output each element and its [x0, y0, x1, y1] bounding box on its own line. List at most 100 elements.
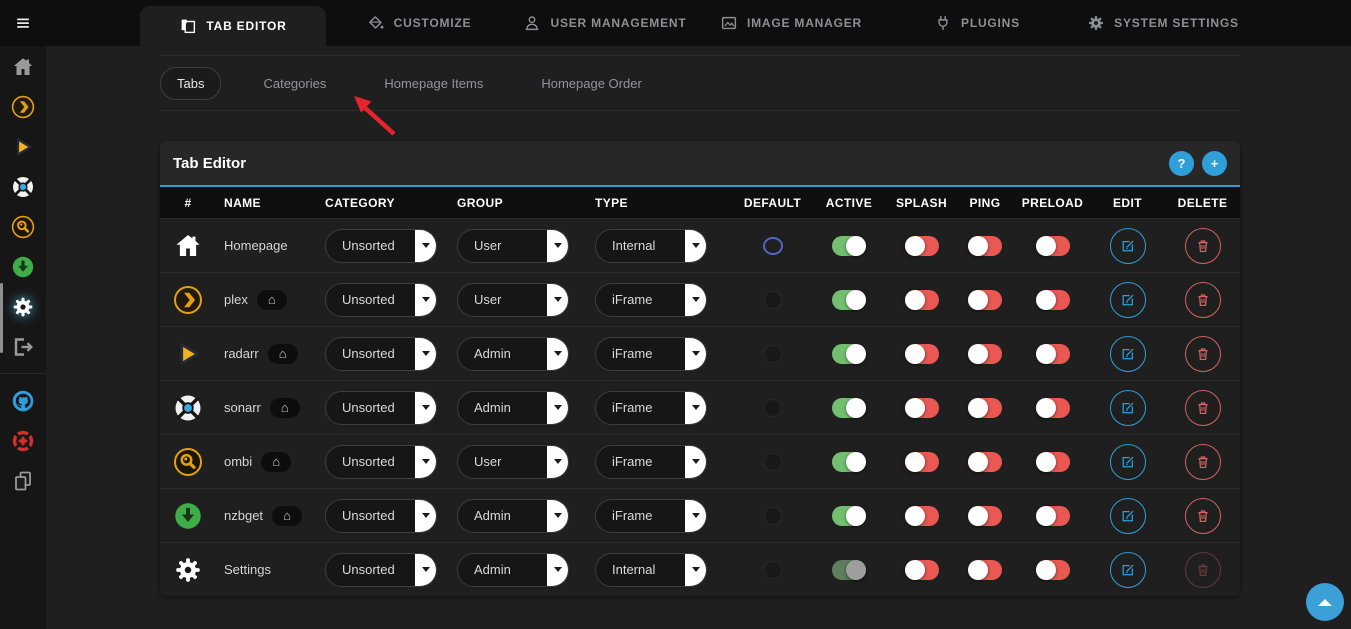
splash-toggle[interactable] [905, 560, 939, 580]
splash-toggle[interactable] [905, 236, 939, 256]
ping-toggle[interactable] [968, 344, 1002, 364]
preload-cell [1015, 236, 1090, 256]
category-select[interactable]: Unsorted [325, 229, 437, 263]
type-select[interactable]: iFrame [595, 391, 707, 425]
category-select[interactable]: Unsorted [325, 391, 437, 425]
sidebar-item-home[interactable] [0, 47, 46, 87]
group-select[interactable]: Admin [457, 553, 569, 587]
delete-button[interactable] [1185, 444, 1221, 480]
delete-button[interactable] [1185, 498, 1221, 534]
preload-toggle[interactable] [1036, 344, 1070, 364]
default-radio[interactable] [764, 399, 782, 417]
preload-toggle[interactable] [1036, 398, 1070, 418]
column-header-splash: SPLASH [888, 196, 955, 210]
default-radio[interactable] [764, 345, 782, 363]
type-select[interactable]: Internal [595, 229, 707, 263]
edit-button[interactable] [1110, 552, 1146, 588]
row-icon-cell [160, 285, 216, 315]
active-toggle[interactable] [832, 452, 866, 472]
active-toggle[interactable] [832, 236, 866, 256]
splash-toggle[interactable] [905, 290, 939, 310]
delete-button[interactable] [1185, 390, 1221, 426]
sidebar-item-radarr[interactable] [0, 127, 46, 167]
splash-toggle[interactable] [905, 506, 939, 526]
top-tab-plugins[interactable]: PLUGINS [884, 0, 1070, 46]
preload-toggle[interactable] [1036, 452, 1070, 472]
preload-toggle[interactable] [1036, 290, 1070, 310]
sidebar-item-support[interactable] [0, 421, 46, 461]
delete-button[interactable] [1185, 282, 1221, 318]
preload-toggle[interactable] [1036, 236, 1070, 256]
active-toggle[interactable] [832, 560, 866, 580]
sidebar-item-nzbget[interactable] [0, 247, 46, 287]
active-toggle[interactable] [832, 506, 866, 526]
type-select[interactable]: Internal [595, 553, 707, 587]
top-tab-customize[interactable]: CUSTOMIZE [326, 0, 512, 46]
preload-toggle[interactable] [1036, 506, 1070, 526]
group-select[interactable]: Admin [457, 391, 569, 425]
category-select[interactable]: Unsorted [325, 499, 437, 533]
sidebar-item-logout[interactable] [0, 327, 46, 367]
default-radio[interactable] [764, 561, 782, 579]
subnav-tab-tabs[interactable]: Tabs [160, 67, 221, 100]
top-tab-system-settings[interactable]: SYSTEM SETTINGS [1070, 0, 1256, 46]
default-radio[interactable] [764, 453, 782, 471]
ping-toggle[interactable] [968, 560, 1002, 580]
splash-toggle[interactable] [905, 398, 939, 418]
category-select[interactable]: Unsorted [325, 553, 437, 587]
help-button[interactable]: ? [1169, 151, 1194, 176]
add-tab-button[interactable]: + [1202, 151, 1227, 176]
menu-toggle-button[interactable] [0, 0, 46, 46]
type-select[interactable]: iFrame [595, 445, 707, 479]
group-select[interactable]: User [457, 229, 569, 263]
subnav-tab-categories[interactable]: Categories [247, 68, 342, 99]
delete-button[interactable] [1185, 228, 1221, 264]
preload-toggle[interactable] [1036, 560, 1070, 580]
sidebar-item-plex[interactable] [0, 87, 46, 127]
group-select[interactable]: User [457, 283, 569, 317]
group-select[interactable]: Admin [457, 499, 569, 533]
ping-toggle[interactable] [968, 290, 1002, 310]
top-tab-tab-editor[interactable]: TAB EDITOR [140, 6, 326, 46]
top-tab-user-management[interactable]: USER MANAGEMENT [512, 0, 698, 46]
category-select[interactable]: Unsorted [325, 283, 437, 317]
ping-toggle[interactable] [968, 236, 1002, 256]
splash-toggle[interactable] [905, 344, 939, 364]
sidebar-item-sonarr[interactable] [0, 167, 46, 207]
type-select[interactable]: iFrame [595, 337, 707, 371]
type-select[interactable]: iFrame [595, 283, 707, 317]
edit-button[interactable] [1110, 390, 1146, 426]
scroll-to-top-button[interactable] [1306, 583, 1344, 621]
sidebar-item-settings[interactable] [0, 287, 46, 327]
active-toggle[interactable] [832, 290, 866, 310]
edit-button[interactable] [1110, 282, 1146, 318]
splash-toggle[interactable] [905, 452, 939, 472]
table-body: HomepageUnsortedUserInternalplex⌂Unsorte… [160, 218, 1240, 596]
edit-button[interactable] [1110, 228, 1146, 264]
active-toggle[interactable] [832, 398, 866, 418]
top-tab-image-manager[interactable]: IMAGE MANAGER [698, 0, 884, 46]
sidebar-item-documentation[interactable] [0, 461, 46, 501]
category-select[interactable]: Unsorted [325, 337, 437, 371]
edit-button[interactable] [1110, 336, 1146, 372]
category-select[interactable]: Unsorted [325, 445, 437, 479]
toggle-knob [905, 398, 925, 418]
edit-button[interactable] [1110, 444, 1146, 480]
default-radio[interactable] [764, 291, 782, 309]
default-radio[interactable] [763, 237, 783, 255]
subnav-tab-homepage-items[interactable]: Homepage Items [368, 68, 499, 99]
subnav-tab-homepage-order[interactable]: Homepage Order [525, 68, 657, 99]
sidebar-item-ombi[interactable] [0, 207, 46, 247]
ping-toggle[interactable] [968, 398, 1002, 418]
type-select[interactable]: iFrame [595, 499, 707, 533]
ping-toggle[interactable] [968, 452, 1002, 472]
group-select[interactable]: Admin [457, 337, 569, 371]
ping-toggle[interactable] [968, 506, 1002, 526]
sidebar-item-github[interactable] [0, 381, 46, 421]
sidebar-scrollbar[interactable] [0, 283, 3, 353]
edit-button[interactable] [1110, 498, 1146, 534]
active-toggle[interactable] [832, 344, 866, 364]
group-select[interactable]: User [457, 445, 569, 479]
default-radio[interactable] [764, 507, 782, 525]
delete-button[interactable] [1185, 336, 1221, 372]
